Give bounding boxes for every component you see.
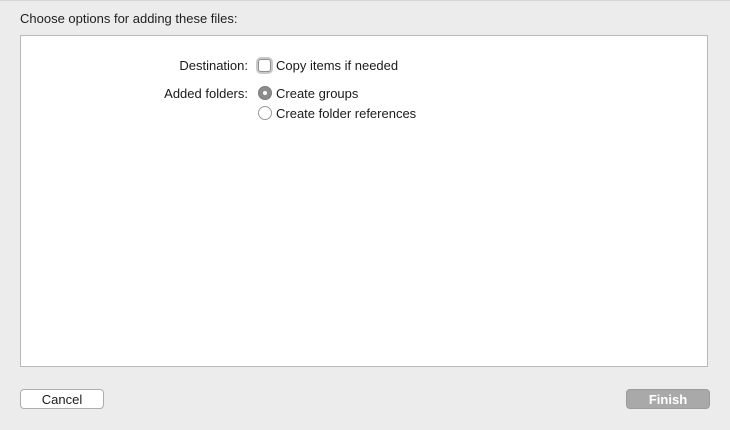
create-folder-references-label[interactable]: Create folder references — [276, 106, 416, 121]
create-groups-radio-control[interactable]: Create groups — [258, 86, 358, 101]
copy-items-checkbox-control[interactable]: Copy items if needed — [258, 58, 398, 73]
create-folder-references-radio[interactable] — [258, 106, 272, 120]
copy-items-label[interactable]: Copy items if needed — [276, 58, 398, 73]
folder-references-row: Create folder references — [21, 104, 707, 122]
cancel-button[interactable]: Cancel — [20, 389, 104, 409]
options-panel: Destination: Copy items if needed Added … — [20, 35, 708, 367]
destination-label: Destination: — [179, 57, 248, 73]
copy-items-checkbox[interactable] — [258, 58, 271, 72]
create-folder-references-radio-control[interactable]: Create folder references — [258, 106, 416, 121]
dialog-title: Choose options for adding these files: — [20, 11, 238, 26]
added-folders-row: Added folders: Create groups — [21, 84, 707, 102]
destination-row: Destination: Copy items if needed — [21, 56, 707, 74]
finish-button[interactable]: Finish — [626, 389, 710, 409]
create-groups-radio[interactable] — [258, 86, 272, 100]
window-top-edge — [0, 0, 730, 1]
create-groups-label[interactable]: Create groups — [276, 86, 358, 101]
added-folders-label: Added folders: — [164, 85, 248, 101]
